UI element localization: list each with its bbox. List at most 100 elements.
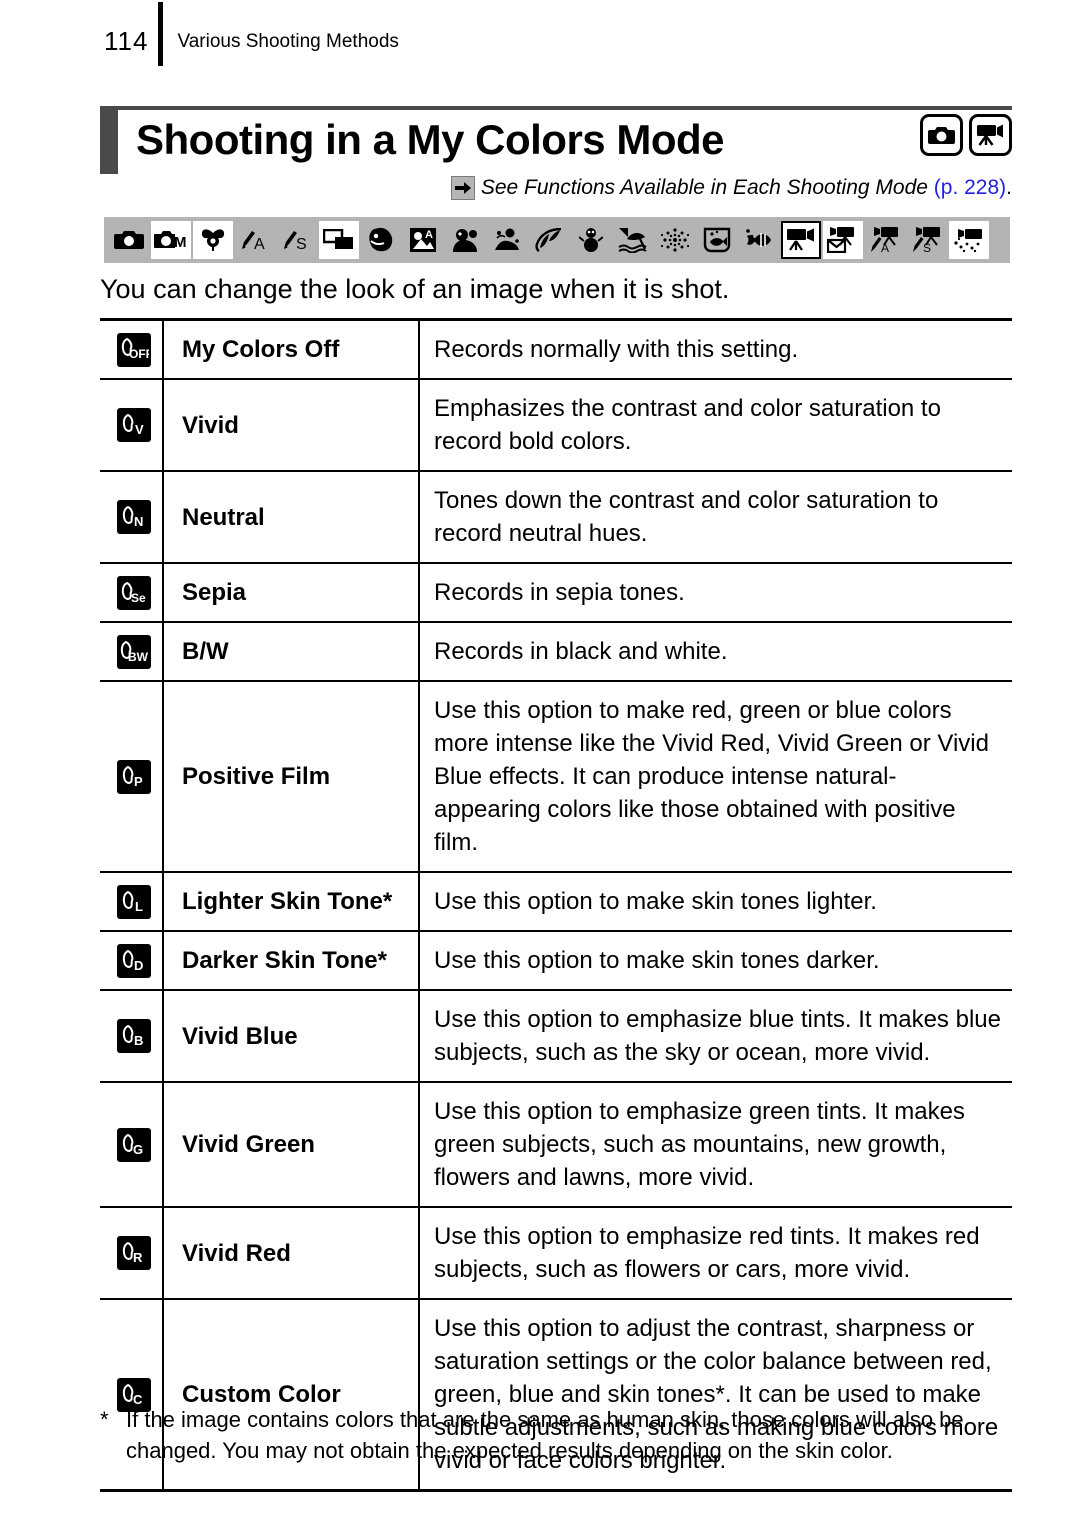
cross-reference[interactable]: See Functions Available in Each Shooting… (450, 176, 1012, 200)
setting-description: Use this option to emphasize red tints. … (434, 1223, 980, 1283)
my-colors-table: OFF My Colors Off Records normally with … (100, 318, 1012, 1492)
svg-text:L: L (135, 899, 143, 914)
sepia-icon-cell: Se (100, 563, 163, 622)
svg-text:M: M (174, 234, 187, 251)
setting-name: Neutral (162, 471, 420, 563)
setting-description: Records in sepia tones. (434, 579, 685, 606)
neutral-icon-cell: N (100, 471, 163, 563)
movie-aperture-icon: A (865, 221, 905, 259)
auto-camera-icon (109, 221, 149, 259)
cross-reference-link[interactable]: (p. 228) (934, 176, 1006, 200)
beach-icon (613, 221, 653, 259)
intro-text: You can change the look of an image when… (100, 274, 730, 304)
my-colors-off-icon: OFF (117, 332, 151, 367)
setting-name: Positive Film (162, 681, 420, 872)
movie-compact-icon (823, 221, 863, 259)
svg-text:Se: Se (131, 591, 146, 605)
aquarium-icon (697, 221, 737, 259)
page-title: Shooting in a My Colors Mode (136, 116, 725, 163)
vivid-green-icon-cell: G (100, 1082, 163, 1207)
footnote: * If the image contains colors that are … (100, 1404, 1020, 1466)
setting-name: My Colors Off (162, 319, 420, 379)
vivid-red-icon: R (117, 1236, 151, 1270)
movie-standard-icon (781, 221, 821, 259)
svg-text:OFF: OFF (129, 347, 149, 361)
vivid-green-icon: G (117, 1127, 151, 1162)
setting-description: Records normally with this setting. (434, 336, 799, 363)
vivid-icon: V (117, 408, 151, 442)
lighter-skin-tone-icon: L (117, 884, 151, 919)
svg-text:S: S (296, 236, 307, 252)
section-title-block: Shooting in a My Colors Mode (100, 106, 1012, 178)
setting-description: Use this option to make skin tones darke… (434, 947, 880, 974)
footnote-text: If the image contains colors that are th… (126, 1407, 964, 1463)
cross-reference-period: . (1006, 176, 1012, 199)
setting-description: Emphasizes the contrast and color satura… (434, 395, 941, 455)
svg-text:V: V (135, 422, 144, 437)
positive-film-icon: P (117, 759, 151, 794)
setting-description: Use this option to emphasize green tints… (434, 1098, 965, 1191)
setting-name: Vivid (162, 379, 420, 471)
kids-and-pets-icon (445, 221, 485, 259)
setting-description: Records in black and white. (434, 638, 728, 665)
fireworks-icon (655, 221, 695, 259)
setting-name: Vivid Blue (162, 990, 420, 1082)
my-colors-table-body: OFF My Colors Off Records normally with … (100, 319, 1012, 1491)
positive-film-icon-cell: P (100, 681, 163, 872)
svg-text:P: P (134, 774, 143, 789)
black-and-white-icon-cell: BW (100, 622, 163, 681)
aperture-priority-icon: A (235, 221, 275, 259)
table-row: V Vivid Emphasizes the contrast and colo… (100, 379, 1012, 471)
table-row: N Neutral Tones down the contrast and co… (100, 471, 1012, 563)
svg-text:D: D (134, 958, 143, 973)
manual-camera-icon: M (151, 221, 191, 259)
movie-camera-icon (969, 114, 1012, 156)
arrow-right-icon (450, 176, 475, 200)
chapter-title: Various Shooting Methods (177, 30, 399, 52)
setting-description: Tones down the contrast and color satura… (434, 487, 939, 547)
my-colors-table-wrapper: OFF My Colors Off Records normally with … (100, 318, 1012, 1492)
still-camera-icon (920, 114, 963, 156)
portrait-icon (361, 221, 401, 259)
night-snapshot-icon: A (403, 221, 443, 259)
movie-color-accent-icon (949, 221, 989, 259)
table-row: B Vivid Blue Use this option to emphasiz… (100, 990, 1012, 1082)
running-header: 114 Various Shooting Methods (104, 2, 399, 72)
svg-text:A: A (254, 236, 265, 252)
vivid-red-icon-cell: R (100, 1207, 163, 1299)
movie-shutter-icon: S (907, 221, 947, 259)
setting-name: Sepia (162, 563, 420, 622)
vivid-icon-cell: V (100, 379, 163, 471)
table-row: OFF My Colors Off Records normally with … (100, 319, 1012, 380)
vivid-blue-icon-cell: B (100, 990, 163, 1082)
my-colors-off-icon-cell: OFF (100, 320, 163, 380)
lighter-skin-tone-icon-cell: L (100, 872, 163, 931)
setting-name: Vivid Green (162, 1082, 420, 1207)
svg-text:BW: BW (128, 650, 149, 664)
page-number: 114 (104, 26, 149, 56)
table-row: R Vivid Red Use this option to emphasize… (100, 1207, 1012, 1299)
shooting-mode-strip: M A S A A S (104, 217, 1010, 263)
darker-skin-tone-icon-cell: D (100, 931, 163, 990)
table-row: G Vivid Green Use this option to emphasi… (100, 1082, 1012, 1207)
table-row: D Darker Skin Tone* Use this option to m… (100, 931, 1012, 990)
setting-name: Vivid Red (162, 1207, 420, 1299)
indoor-icon (487, 221, 527, 259)
footnote-marker: * (100, 1407, 109, 1432)
svg-text:G: G (133, 1142, 143, 1157)
svg-text:S: S (923, 241, 931, 253)
cross-reference-text: See Functions Available in Each Shooting… (480, 176, 928, 199)
stitch-assist-icon (319, 221, 359, 259)
svg-text:R: R (133, 1250, 143, 1265)
sepia-icon: Se (117, 575, 151, 610)
vivid-blue-icon: B (117, 1019, 151, 1053)
setting-description: Use this option to make red, green or bl… (434, 697, 989, 856)
manual-page: 114 Various Shooting Methods Shooting in… (0, 0, 1080, 1521)
black-and-white-icon: BW (117, 634, 151, 669)
darker-skin-tone-icon: D (117, 943, 151, 978)
setting-name: Lighter Skin Tone* (162, 872, 420, 931)
svg-text:B: B (134, 1033, 143, 1048)
neutral-icon: N (117, 500, 151, 534)
title-mode-chips (920, 114, 1012, 156)
underwater-icon (739, 221, 779, 259)
